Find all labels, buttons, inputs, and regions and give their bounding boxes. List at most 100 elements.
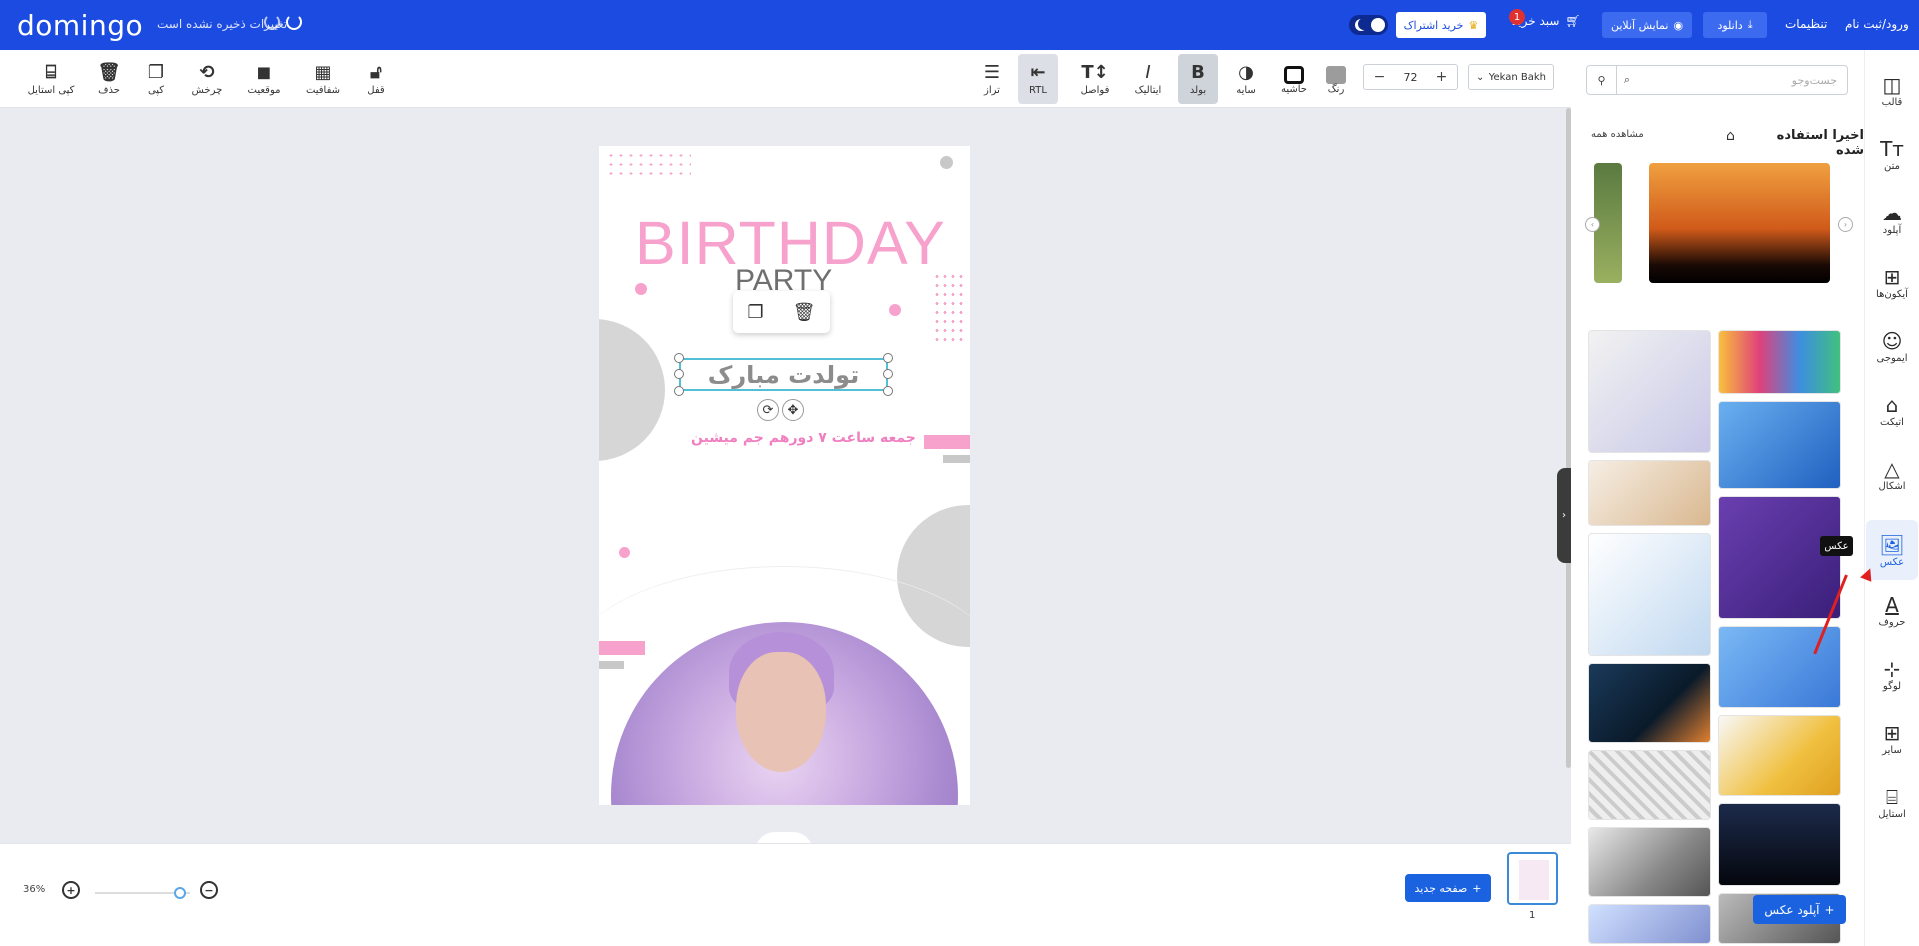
position-tool[interactable]: ◼ موقعیت [240,54,288,104]
color-tool[interactable]: رنگ [1312,54,1360,104]
resize-handle-bl[interactable] [674,386,684,396]
search-input[interactable]: جست‌وجو [1637,74,1847,87]
opacity-tool[interactable]: ▦ شفافیت [299,54,347,104]
align-tool[interactable]: ☰ تراز [968,54,1016,104]
text-icon: Tт [1880,136,1904,161]
page-number: 1 [1529,910,1536,921]
bold-tool[interactable]: B بولد [1178,54,1218,104]
font-size-stepper[interactable]: − 72 + [1363,64,1458,90]
image-thumbnail[interactable] [1718,803,1841,886]
nav-tooltip: عکس [1820,536,1853,556]
emoji-icon: ☺ [1881,328,1903,353]
nav-label: متن [1884,160,1900,172]
italic-tool[interactable]: I ایتالیک [1124,54,1172,104]
recent-title: اخیرا استفاده شده [1776,128,1864,158]
nav-emoji[interactable]: ☺ ایموجی [1866,316,1918,376]
image-thumbnail[interactable] [1588,904,1711,944]
upload-icon: ☁ [1882,200,1902,225]
copy-tool[interactable]: ❐ کپی [132,54,180,104]
resize-handle-br[interactable] [883,386,893,396]
nav-template[interactable]: ◫ قالب [1866,60,1918,120]
image-thumbnail[interactable] [1588,827,1711,897]
font-size-value[interactable]: 72 [1395,71,1426,84]
subscribe-button[interactable]: خرید اشتراک ♛ [1396,12,1486,38]
dark-mode-toggle[interactable] [1349,15,1388,35]
zoom-slider-handle[interactable] [174,887,186,899]
images-panel: ⚲ ⌕ جست‌وجو ⌂ اخیرا استفاده شده مشاهده ه… [1571,50,1864,946]
move-handle-icon[interactable]: ✥ [782,399,804,421]
resize-handle-ml[interactable] [674,369,684,379]
undo-icon[interactable] [286,14,302,30]
scroll-left-icon[interactable]: ‹ [1585,217,1600,232]
zoom-in-icon[interactable]: + [62,881,80,899]
border-tool[interactable]: حاشیه [1270,54,1318,104]
rotate-handle-icon[interactable]: ⟳ [757,399,779,421]
image-thumbnail[interactable] [1718,715,1841,796]
image-thumbnail[interactable] [1588,460,1711,526]
template-icon: ◫ [1882,72,1902,97]
spacing-tool[interactable]: T↕ فواصل [1071,54,1119,104]
collapse-panel-tab[interactable]: › [1557,468,1571,563]
recent-image[interactable] [1649,163,1830,283]
align-icon: ☰ [983,61,1001,83]
nav-logo[interactable]: ⊹ لوگو [1866,644,1918,704]
image-thumbnail[interactable] [1718,330,1841,394]
nav-text[interactable]: Tт متن [1866,124,1918,184]
upload-photo-button[interactable]: + آپلود عکس [1753,895,1846,924]
image-thumbnail[interactable] [1718,626,1841,708]
font-selector[interactable]: ⌄ Yekan Bakh [1468,64,1554,90]
copy-icon: ❐ [147,61,165,83]
nav-icons[interactable]: ⊞ آیکون‌ها [1866,252,1918,312]
pink-bar [924,435,970,449]
selected-text-element[interactable]: تولدت مبارک [679,358,888,391]
settings-link[interactable]: تنظیمات [1785,17,1827,31]
grid-icon: ⊞ [1883,264,1901,289]
nav-other[interactable]: ⊞ سایر [1866,708,1918,768]
copy-style-tool[interactable]: ⌸ کپی استایل [25,54,77,104]
page-thumbnail[interactable] [1507,852,1558,905]
online-preview-button[interactable]: ◉ نمایش آنلاین [1602,12,1692,38]
scroll-right-icon[interactable]: › [1838,217,1853,232]
domingo-logo[interactable]: domingo [17,9,143,42]
image-thumbnail[interactable] [1588,533,1711,656]
image-thumbnail[interactable] [1718,401,1841,489]
resize-handle-tr[interactable] [883,353,893,363]
nav-sticker[interactable]: ⌂ اتیکت [1866,380,1918,440]
nav-letters[interactable]: A حروف [1866,580,1918,640]
trash-icon[interactable]: 🗑︎ [793,302,816,323]
lock-tool[interactable]: 🔓︎ قفل [352,54,400,104]
zoom-level: 36% [23,884,46,895]
rtl-tool[interactable]: ⇤ RTL [1018,54,1058,104]
shadow-icon: ◑ [1238,61,1254,83]
recent-images-strip [1584,163,1844,283]
image-thumbnail[interactable] [1718,496,1841,619]
rotate-tool[interactable]: ⟲ چرخش [183,54,231,104]
thumbnail-preview [1519,860,1549,900]
see-all-link[interactable]: مشاهده همه [1591,129,1644,140]
new-page-button[interactable]: + صفحه جدید [1405,874,1491,902]
resize-handle-tl[interactable] [674,353,684,363]
image-thumbnail[interactable] [1588,663,1711,743]
login-link[interactable]: ورود/ثبت نام [1845,17,1909,31]
eye-icon: ◉ [1673,18,1684,32]
decrease-size-button[interactable]: − [1364,69,1395,85]
zoom-out-icon[interactable]: − [200,881,218,899]
duplicate-icon[interactable]: ❐ [748,302,764,323]
image-thumbnail[interactable] [1588,750,1711,820]
cart-button[interactable]: 🛒︎ سبد خرید 1 [1509,9,1581,28]
paint-roller-icon: ⌸ [45,61,57,83]
design-page[interactable]: BIRTHDAY PARTY ❐ 🗑︎ تولدت مبارک ⟳ ✥ جمعه… [599,146,970,805]
nav-style[interactable]: ⌸ استایل [1866,772,1918,832]
delete-tool[interactable]: 🗑︎ حذف [85,54,133,104]
download-button[interactable]: ⤓ دانلود [1703,12,1767,38]
event-info-text[interactable]: جمعه ساعت ۷ دورهم جم میشین [691,430,916,446]
redo-icon[interactable] [264,14,280,30]
increase-size-button[interactable]: + [1426,69,1457,85]
shadow-tool[interactable]: ◑ سایه [1222,54,1270,104]
image-thumbnail[interactable] [1588,330,1711,453]
nav-upload[interactable]: ☁ آپلود [1866,188,1918,248]
resize-handle-mr[interactable] [883,369,893,379]
nav-shapes[interactable]: △ اشکال [1866,444,1918,504]
filter-icon[interactable]: ⚲ [1587,66,1617,94]
image-search[interactable]: ⚲ ⌕ جست‌وجو [1586,65,1848,95]
